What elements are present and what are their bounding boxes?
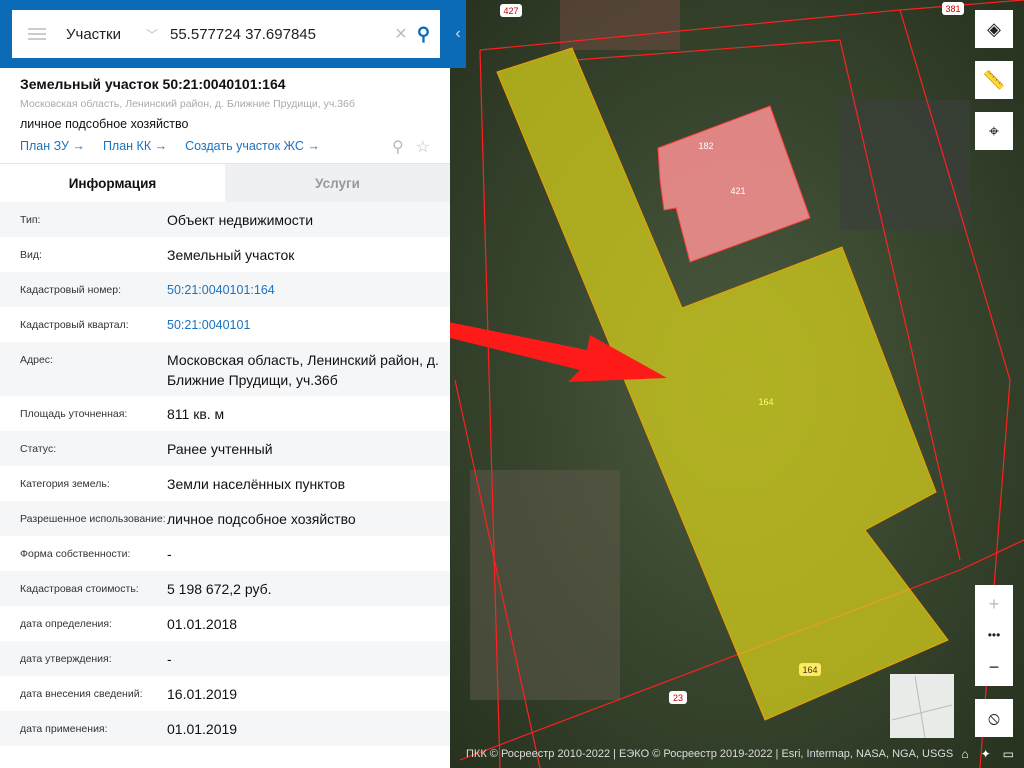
row-value: - — [167, 651, 172, 667]
table-row: дата внесения сведений: 16.01.2019 — [0, 676, 450, 711]
object-title: Земельный участок 50:21:0040101:164 — [20, 76, 286, 92]
row-value: Ранее учтенный — [167, 441, 273, 457]
row-label: дата определения: — [20, 618, 113, 630]
plan-zu-link[interactable]: План ЗУ → — [20, 139, 85, 153]
top-bar: Участки ﹀ 55.577724 37.697845 × ⚲ — [0, 0, 450, 68]
row-label: Вид: — [20, 249, 42, 261]
tab-services[interactable]: Услуги — [225, 164, 450, 202]
table-row: Разрешенное использование: личное подсобн… — [0, 501, 450, 536]
layers-button[interactable]: ◈ — [975, 10, 1013, 48]
table-row: Кадастровый квартал: 50:21:0040101 — [0, 307, 450, 342]
row-label: Кадастровая стоимость: — [20, 583, 139, 595]
zoom-out-button[interactable]: − — [975, 648, 1013, 686]
object-use: личное подсобное хозяйство — [20, 117, 189, 131]
crosshair-icon[interactable]: ✦ — [981, 747, 991, 761]
table-row: Вид: Земельный участок — [0, 237, 450, 272]
row-label: Статус: — [20, 443, 57, 455]
row-label: дата применения: — [20, 723, 108, 735]
plan-kk-link[interactable]: План КК → — [103, 139, 167, 153]
row-value: Земли населённых пунктов — [167, 476, 346, 492]
clear-icon[interactable]: × — [395, 23, 407, 46]
fullscreen-icon[interactable]: ▭ — [1003, 747, 1014, 761]
table-row: Категория земель: Земли населённых пункто… — [0, 466, 450, 501]
table-row: дата применения: 01.01.2019 — [0, 711, 450, 746]
table-row: дата определения: 01.01.2018 — [0, 606, 450, 641]
row-value[interactable]: 50:21:0040101 — [167, 315, 450, 342]
table-row: Статус: Ранее учтенный — [0, 431, 450, 466]
table-row: Площадь уточненная: 811 кв. м — [0, 396, 450, 431]
row-label: Адрес: — [20, 354, 53, 366]
label-23: 23 — [673, 693, 683, 703]
search-icon[interactable]: ⚲ — [417, 24, 430, 45]
locate-button[interactable]: ⌖ — [975, 112, 1013, 150]
table-row: Форма собственности: - — [0, 536, 450, 571]
row-value: Объект недвижимости — [167, 212, 314, 228]
row-label: дата внесения сведений: — [20, 688, 143, 700]
label-164-b: 164 — [802, 665, 817, 675]
chevron-down-icon[interactable]: ﹀ — [146, 26, 170, 43]
label-381: 381 — [945, 4, 960, 14]
label-427: 427 — [503, 6, 518, 16]
row-label: Форма собственности: — [20, 548, 131, 560]
row-value: 5 198 672,2 руб. — [167, 581, 272, 597]
zoom-in-button[interactable]: + — [975, 585, 1013, 623]
attributes-table: Тип: Объект недвижимости Вид: Земельный уча… — [0, 202, 450, 746]
tab-info[interactable]: Информация — [0, 164, 225, 202]
row-value: 811 кв. м — [167, 406, 225, 422]
row-label: дата утверждения: — [20, 653, 112, 665]
row-label: Кадастровый квартал: — [20, 319, 129, 331]
zoom-to-object-icon[interactable]: ⚲ — [392, 137, 404, 157]
search-input[interactable]: 55.577724 37.697845 — [170, 26, 395, 43]
row-value: Московская область, Ленинский район, д. … — [167, 352, 439, 388]
home-icon[interactable]: ⌂ — [961, 747, 968, 761]
row-label: Разрешенное использование: — [20, 513, 166, 525]
menu-icon[interactable] — [28, 28, 46, 40]
collapse-panel-button[interactable]: ‹ — [450, 0, 466, 68]
table-row: Адрес: Московская область, Ленинский райо… — [0, 342, 450, 396]
minimap[interactable] — [890, 674, 954, 738]
label-164: 164 — [758, 397, 773, 407]
row-value: Земельный участок — [167, 247, 295, 263]
row-value[interactable]: 50:21:0040101:164 — [167, 280, 450, 307]
compass-button[interactable]: ⦸ — [975, 699, 1013, 737]
attribution: ПКК © Росреестр 2010-2022 | ЕЭКО © Росре… — [466, 748, 954, 760]
row-label: Площадь уточненная: — [20, 408, 128, 420]
row-value: личное подсобное хозяйство — [167, 511, 356, 527]
label-182: 182 — [698, 141, 713, 151]
table-row: Кадастровый номер: 50:21:0040101:164 — [0, 272, 450, 307]
row-value: 01.01.2018 — [167, 616, 238, 632]
row-value: 16.01.2019 — [167, 686, 238, 702]
table-row: дата утверждения: - — [0, 641, 450, 676]
row-value: - — [167, 546, 172, 562]
more-button[interactable]: ••• — [975, 622, 1013, 648]
search-bar: Участки ﹀ 55.577724 37.697845 × ⚲ — [12, 10, 440, 58]
ruler-button[interactable]: 📏 — [975, 61, 1013, 99]
table-row: Кадастровая стоимость: 5 198 672,2 руб. — [0, 571, 450, 606]
row-label: Кадастровый номер: — [20, 284, 122, 296]
star-icon[interactable]: ☆ — [416, 137, 430, 157]
label-421: 421 — [730, 186, 745, 196]
row-label: Категория земель: — [20, 478, 110, 490]
row-label: Тип: — [20, 214, 41, 226]
object-address: Московская область, Ленинский район, д. … — [20, 98, 355, 110]
row-value: 01.01.2019 — [167, 721, 238, 737]
category-select[interactable]: Участки — [66, 26, 146, 43]
info-panel: Участки ﹀ 55.577724 37.697845 × ⚲ Земель… — [0, 0, 450, 768]
table-row: Тип: Объект недвижимости — [0, 202, 450, 237]
create-zhs-link[interactable]: Создать участок ЖС → — [185, 139, 320, 153]
